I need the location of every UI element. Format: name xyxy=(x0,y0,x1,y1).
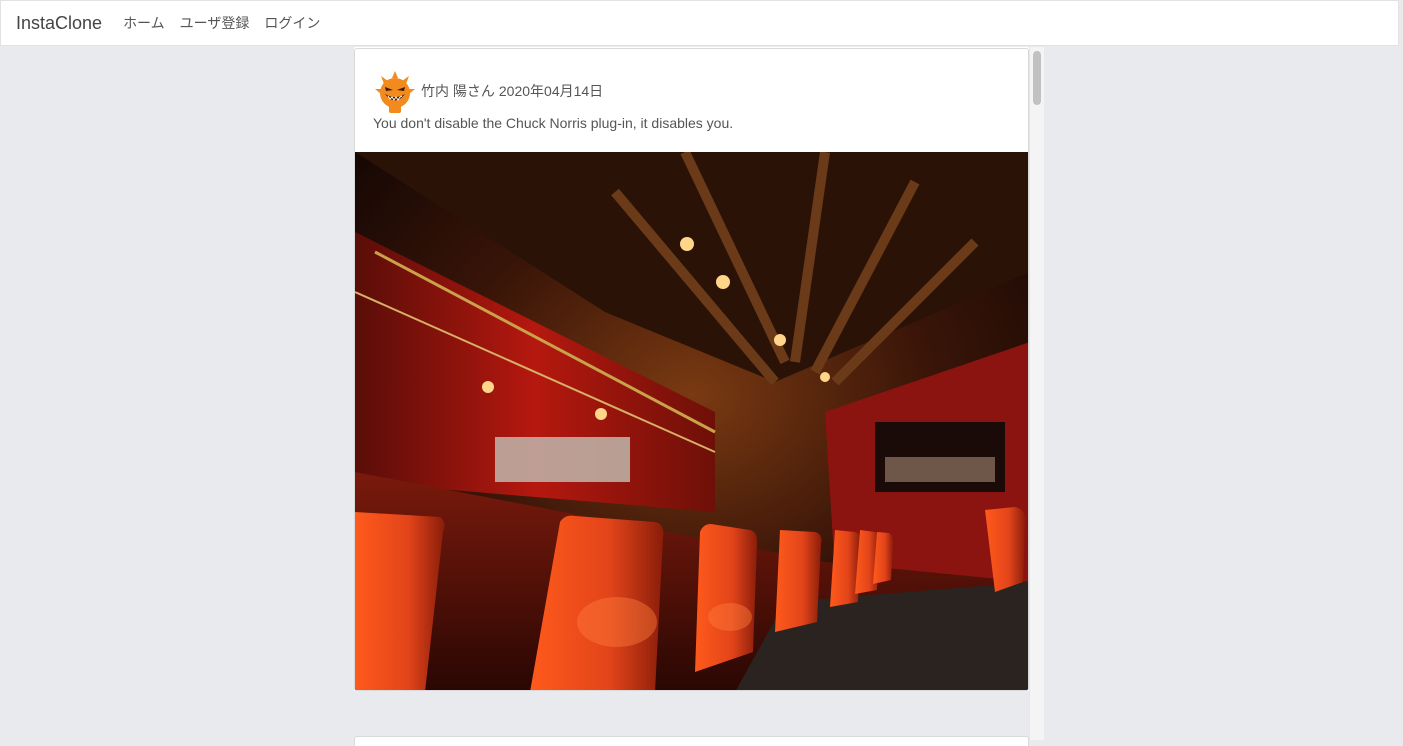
nav-link-home[interactable]: ホーム xyxy=(123,13,165,33)
post-date: 2020年04月14日 xyxy=(498,83,604,99)
feed-gap xyxy=(354,691,1030,740)
top-navbar: InstaClone ホーム ユーザ登録 ログイン xyxy=(0,0,1399,46)
nav-link-signup[interactable]: ユーザ登録 xyxy=(180,13,250,33)
brand-link[interactable]: InstaClone xyxy=(16,13,102,34)
scrollbar-thumb[interactable] xyxy=(1033,51,1041,105)
scrollbar[interactable] xyxy=(1029,47,1044,740)
post-header: 竹内 陽さん 2020年04月14日 xyxy=(373,69,607,113)
nav-link-login[interactable]: ログイン xyxy=(264,13,320,33)
post-meta: 竹内 陽さん 2020年04月14日 xyxy=(421,81,607,101)
right-gutter xyxy=(1044,47,1403,740)
devil-face-icon[interactable] xyxy=(373,69,417,113)
post-card: 竹内 陽さん 2020年04月14日 You don't disable the … xyxy=(354,48,1029,691)
post-photo[interactable] xyxy=(355,152,1029,691)
feed-column: 竹内 陽さん 2020年04月14日 You don't disable the … xyxy=(354,47,1044,746)
next-post-card xyxy=(354,736,1029,746)
post-text: You don't disable the Chuck Norris plug-… xyxy=(373,115,734,131)
post-author[interactable]: 竹内 陽さん xyxy=(421,83,495,99)
